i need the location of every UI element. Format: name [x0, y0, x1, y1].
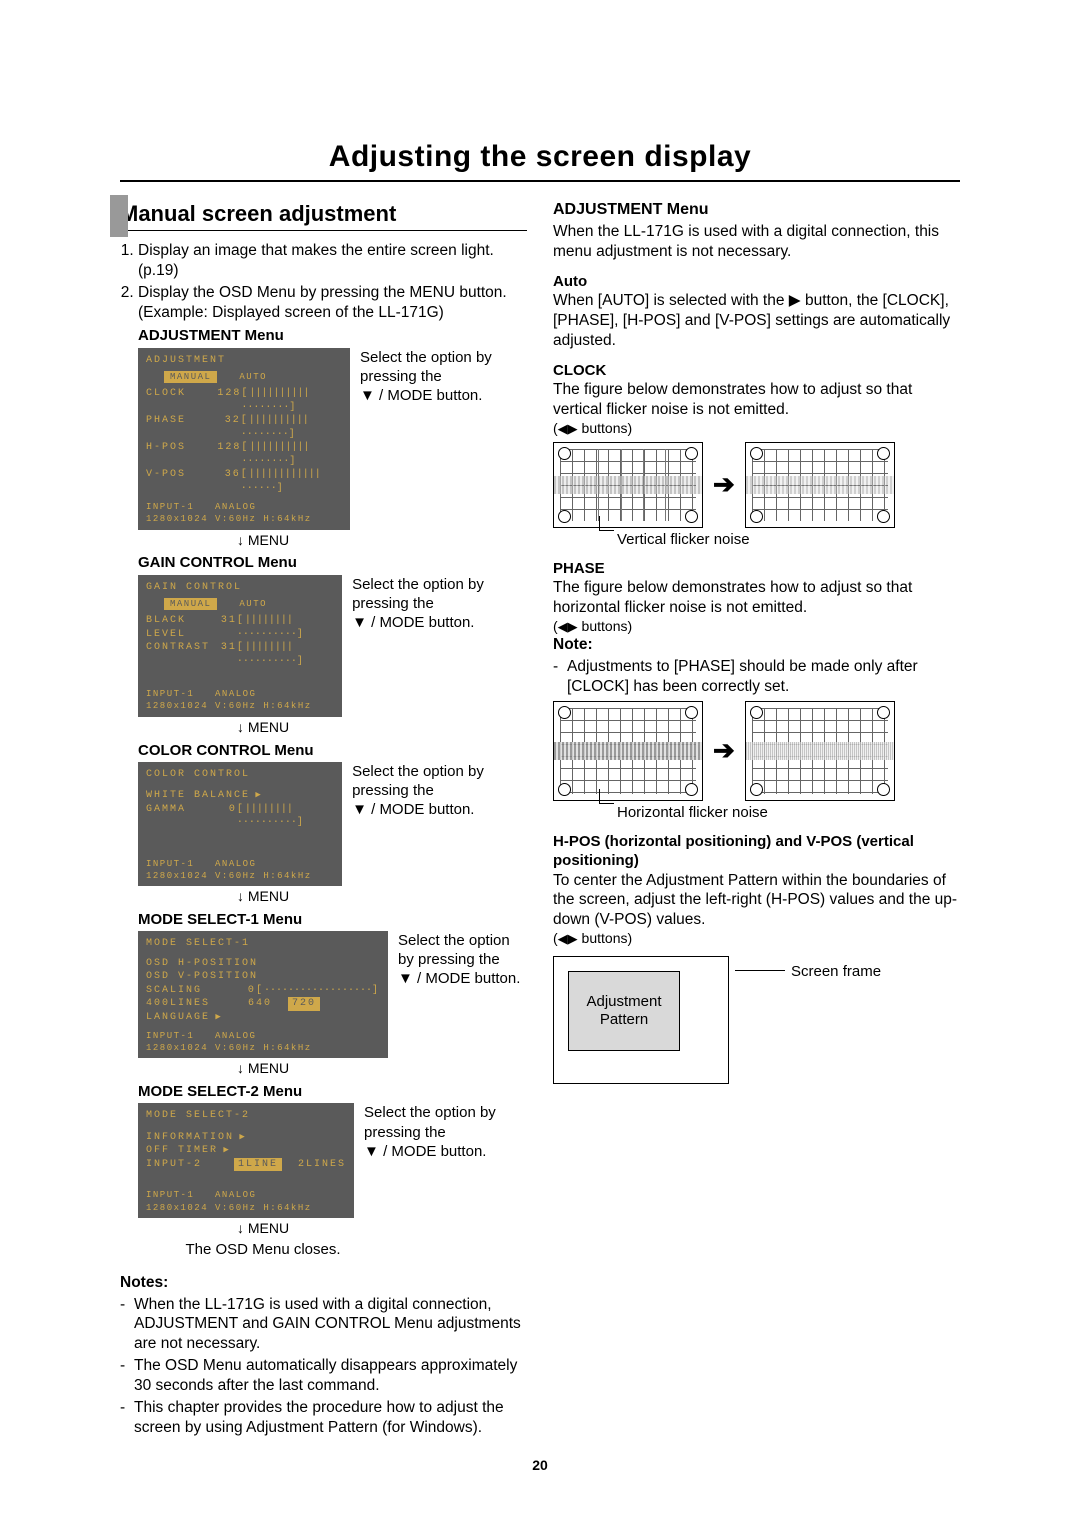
note-item: The OSD Menu automatically disappears ap… — [120, 1356, 527, 1396]
osd-gain: GAIN CONTROL MANUAL AUTO BLACK LEVEL31||… — [138, 575, 342, 717]
hpos-heading: H-POS (horizontal positioning) and V-POS… — [553, 832, 960, 870]
section-rule — [120, 230, 527, 231]
right-triangle-icon — [568, 619, 578, 634]
down-triangle-icon — [360, 387, 375, 404]
big-arrow-icon: ➔ — [713, 734, 735, 767]
arrow-down-icon — [237, 1220, 244, 1236]
leader-line — [735, 970, 785, 971]
phase-heading: PHASE — [553, 559, 960, 578]
hpos-text: To center the Adjustment Pattern within … — [553, 871, 960, 930]
osd-mode1: MODE SELECT-1 OSD H-POSITION OSD V-POSIT… — [138, 931, 388, 1058]
down-triangle-icon — [364, 1143, 379, 1160]
adjustment-menu-label: ADJUSTMENT Menu — [138, 326, 527, 345]
side-tab — [110, 195, 128, 237]
arrow-down-icon — [237, 532, 244, 548]
phase-note: Adjustments to [PHASE] should be made on… — [553, 657, 960, 697]
lr-buttons-label: ( buttons) — [553, 420, 960, 438]
right-triangle-icon — [568, 931, 578, 946]
phase-text: The figure below demonstrates how to adj… — [553, 578, 960, 618]
right-triangle-icon — [789, 292, 801, 309]
arrow-down-icon — [237, 719, 244, 735]
arrow-down-icon — [237, 888, 244, 904]
notes-heading: Notes: — [120, 1273, 527, 1293]
phase-note-list: Adjustments to [PHASE] should be made on… — [553, 657, 960, 697]
left-triangle-icon — [558, 931, 568, 946]
lr-buttons-label: ( buttons) — [553, 618, 960, 636]
down-triangle-icon — [352, 801, 367, 818]
notes-list: When the LL-171G is used with a digital … — [120, 1295, 527, 1438]
osd-mode2: MODE SELECT-2 INFORMATION ▶ OFF TIMER ▶ … — [138, 1103, 354, 1217]
osd-closes-text: The OSD Menu closes. — [138, 1240, 388, 1259]
note-item: When the LL-171G is used with a digital … — [120, 1295, 527, 1354]
title-rule — [120, 180, 960, 182]
clock-before — [553, 442, 703, 528]
lr-buttons-label: ( buttons) — [553, 930, 960, 948]
tab-manual: MANUAL — [164, 371, 217, 383]
side-text: Select the option by pressing the / MODE… — [360, 348, 527, 406]
tab-auto: AUTO — [239, 371, 267, 383]
down-triangle-icon — [352, 614, 367, 631]
clock-figure: ➔ — [553, 442, 960, 528]
osd-color: COLOR CONTROL WHITE BALANCE ▶ GAMMA0||||… — [138, 762, 342, 886]
page-number: 20 — [120, 1457, 960, 1473]
example-line: (Example: Displayed screen of the LL-171… — [138, 304, 444, 321]
gain-menu-label: GAIN CONTROL Menu — [138, 553, 527, 572]
arrow-down-icon — [237, 1060, 244, 1076]
auto-heading: Auto — [553, 272, 960, 291]
menu-arrow: MENU — [138, 532, 388, 550]
section-heading: Manual screen adjustment — [120, 200, 527, 228]
clock-after — [745, 442, 895, 528]
clock-caption: Vertical flicker noise — [617, 530, 960, 549]
frame-figure: Adjustment Pattern Screen frame — [553, 956, 960, 1084]
color-menu-label: COLOR CONTROL Menu — [138, 741, 527, 760]
adjustment-heading: ADJUSTMENT Menu — [553, 200, 960, 220]
note-label: Note: — [553, 635, 960, 655]
phase-before — [553, 701, 703, 801]
step-2: Display the OSD Menu by pressing the MEN… — [138, 283, 527, 323]
step-1: Display an image that makes the entire s… — [138, 241, 527, 281]
down-triangle-icon — [398, 970, 413, 987]
screen-frame-label: Screen frame — [791, 962, 881, 981]
screen-frame-box: Adjustment Pattern — [553, 956, 729, 1084]
phase-caption: Horizontal flicker noise — [617, 803, 960, 822]
steps-list: Display an image that makes the entire s… — [120, 241, 527, 322]
right-column: ADJUSTMENT Menu When the LL-171G is used… — [553, 200, 960, 1439]
right-triangle-icon — [568, 421, 578, 436]
mode1-menu-label: MODE SELECT-1 Menu — [138, 910, 527, 929]
note-item: This chapter provides the procedure how … — [120, 1398, 527, 1438]
big-arrow-icon: ➔ — [713, 468, 735, 501]
clock-text: The figure below demonstrates how to adj… — [553, 380, 960, 420]
page-title: Adjusting the screen display — [120, 140, 960, 174]
left-column: Manual screen adjustment Display an imag… — [120, 200, 527, 1439]
auto-text: When [AUTO] is selected with the button,… — [553, 291, 960, 350]
left-triangle-icon — [558, 619, 568, 634]
adjustment-pattern-box: Adjustment Pattern — [568, 971, 680, 1051]
phase-figure: ➔ — [553, 701, 960, 801]
mode2-menu-label: MODE SELECT-2 Menu — [138, 1082, 527, 1101]
left-triangle-icon — [558, 421, 568, 436]
phase-after — [745, 701, 895, 801]
osd-adjustment: ADJUSTMENT MANUAL AUTO CLOCK128|||||||||… — [138, 348, 350, 530]
clock-heading: CLOCK — [553, 361, 960, 380]
adjustment-text: When the LL-171G is used with a digital … — [553, 222, 960, 262]
